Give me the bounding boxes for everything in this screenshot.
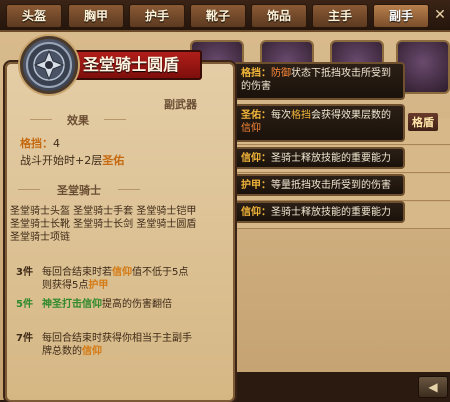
item-name: 圣堂骑士圆盾 bbox=[82, 55, 179, 74]
shield-icon bbox=[20, 36, 78, 94]
set-bonus-7: 7件 每回合结束时获得你相当于主副手 牌总数的信仰 bbox=[16, 332, 224, 360]
tooltip-armor: 护甲：等量抵挡攻击所受到的伤害 bbox=[233, 174, 405, 196]
tooltip-text: 等量抵挡攻击所受到的伤害 bbox=[271, 180, 391, 191]
block-label: 格挡： bbox=[20, 137, 53, 150]
tooltip-key: 护甲： bbox=[241, 180, 271, 191]
set-items-line: 圣堂骑士长靴 圣堂骑士长剑 圣堂骑士圆盾 bbox=[10, 219, 197, 230]
bonus-count: 7件 bbox=[16, 333, 33, 344]
sanctuary-keyword: 圣佑 bbox=[102, 154, 125, 167]
tooltip-text: 每次 bbox=[271, 110, 291, 121]
tab-main-hand[interactable]: 主手 bbox=[312, 4, 368, 28]
tooltip-key: 格挡： bbox=[241, 68, 271, 79]
tab-gloves[interactable]: 护手 bbox=[129, 4, 185, 28]
tooltip-faith: 信仰：圣骑士释放技能的重要能力 bbox=[233, 201, 405, 223]
side-tag: 格盾 bbox=[408, 113, 438, 131]
close-icon[interactable]: ✕ bbox=[432, 4, 448, 26]
item-category: 副武器 bbox=[164, 98, 197, 111]
tooltip-keyword: 格挡 bbox=[291, 110, 311, 121]
bonus-count: 3件 bbox=[16, 267, 33, 278]
set-header: 圣堂骑士 bbox=[18, 182, 140, 198]
tooltip-block: 格挡：防御状态下抵挡攻击所受到的伤害 bbox=[233, 62, 405, 100]
tab-boots[interactable]: 靴子 bbox=[190, 4, 246, 28]
bonus-count: 5件 bbox=[16, 299, 33, 310]
block-value: 4 bbox=[53, 137, 60, 150]
battle-start-effect: 战斗开始时+2层圣佑 bbox=[20, 152, 124, 168]
tooltip-text: 会获得效果层数的 bbox=[311, 110, 391, 121]
set-items-line: 圣堂骑士项链 bbox=[10, 232, 70, 243]
set-bonus-3: 3件 每回合结束时若信仰值不低于5点 则获得5点护甲 bbox=[16, 266, 224, 294]
tooltip-text: 圣骑士释放技能的重要能力 bbox=[271, 153, 391, 164]
set-item-list: 圣堂骑士头盔 圣堂骑士手套 圣堂骑士铠甲 圣堂骑士长靴 圣堂骑士长剑 圣堂骑士圆… bbox=[10, 205, 224, 244]
tab-off-hand[interactable]: 副手 bbox=[373, 4, 429, 28]
set-bonus-5: 5件 神圣打击信仰提高的伤害翻倍 bbox=[16, 298, 224, 314]
scroll-left-button[interactable]: ◀ bbox=[418, 376, 448, 398]
set-items-line: 圣堂骑士头盔 圣堂骑士手套 圣堂骑士铠甲 bbox=[10, 206, 197, 217]
tab-chest[interactable]: 胸甲 bbox=[68, 4, 124, 28]
tooltip-key: 圣佑： bbox=[241, 110, 271, 121]
item-title-banner: 圣堂骑士圆盾 bbox=[60, 50, 202, 80]
tooltip-keyword: 防御 bbox=[271, 68, 291, 79]
block-stat: 格挡：4 bbox=[20, 135, 60, 151]
bonus-text: 神圣打击信仰提高的伤害翻倍 bbox=[42, 299, 172, 310]
effect-header: 效果 bbox=[30, 112, 126, 128]
effect-text: 战斗开始时+2层 bbox=[20, 154, 103, 167]
tooltip-faith: 信仰：圣骑士释放技能的重要能力 bbox=[233, 147, 405, 169]
tooltip-text: 圣骑士释放技能的重要能力 bbox=[271, 207, 391, 218]
tooltip-key: 信仰： bbox=[241, 207, 271, 218]
bonus-text: 每回合结束时若信仰值不低于5点 则获得5点护甲 bbox=[42, 267, 189, 291]
tooltip-keyword: 信仰 bbox=[241, 123, 261, 134]
tab-helmet[interactable]: 头盔 bbox=[6, 4, 62, 28]
tab-accessory[interactable]: 饰品 bbox=[251, 4, 307, 28]
tooltip-sanctuary: 圣佑：每次格挡会获得效果层数的信仰 bbox=[233, 104, 405, 142]
tooltip-key: 信仰： bbox=[241, 153, 271, 164]
bonus-text: 每回合结束时获得你相当于主副手 牌总数的信仰 bbox=[42, 333, 192, 357]
equipment-tab-bar: 头盔 胸甲 护手 靴子 饰品 主手 副手 ✕ bbox=[0, 0, 450, 32]
